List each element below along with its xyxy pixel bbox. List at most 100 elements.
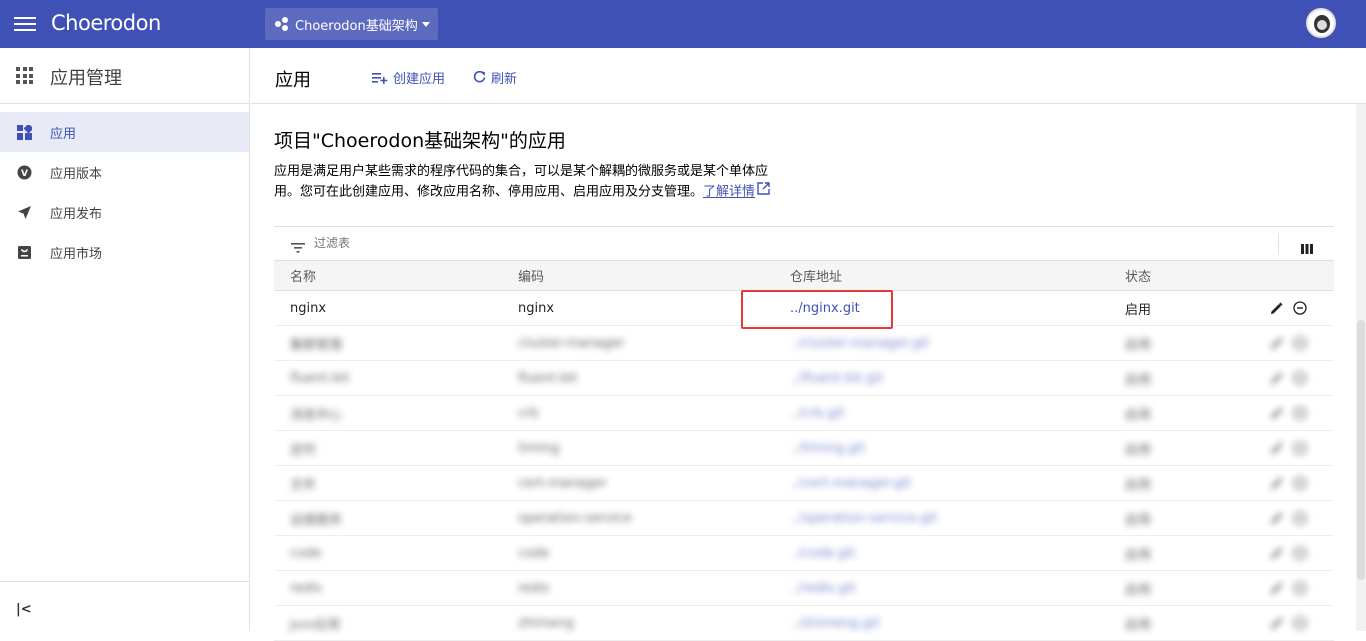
status-cell: 启用: [1125, 407, 1152, 423]
send-icon: [16, 204, 32, 220]
app-name-cell: nginx: [290, 300, 327, 316]
edit-icon[interactable]: [1270, 371, 1283, 385]
app-logo[interactable]: Choerodon: [51, 11, 161, 35]
app-name-cell: 消息中心: [290, 407, 343, 423]
sidebar-item-label: 应用发布: [50, 206, 103, 222]
disable-icon[interactable]: [1293, 371, 1307, 385]
page-title: 应用: [275, 70, 311, 91]
table-row: 定时 timing ../timing.git 启用: [274, 431, 1334, 466]
disable-icon[interactable]: [1293, 406, 1307, 420]
app-name-cell: 定时: [290, 442, 317, 458]
external-link-icon[interactable]: [757, 182, 770, 202]
app-table: 名称 编码 仓库地址 状态 nginx nginx ../nginx.git 启用 集群…: [274, 260, 1334, 641]
playlist-add-icon: [372, 72, 388, 84]
edit-icon[interactable]: [1270, 546, 1283, 560]
learn-more-link[interactable]: 了解详情: [703, 185, 755, 200]
disable-icon[interactable]: [1293, 476, 1307, 490]
column-header-status[interactable]: 状态: [1125, 266, 1151, 285]
dashboard-icon: [16, 124, 32, 140]
edit-icon[interactable]: [1270, 441, 1283, 455]
sidebar-menu: 应用 V 应用版本 应用发布 应用市场: [0, 104, 249, 272]
top-bar: Choerodon Choerodon基础架构: [0, 0, 1366, 48]
repo-link[interactable]: ../cluster-manager.git: [790, 336, 929, 351]
refresh-button[interactable]: 刷新: [473, 68, 517, 87]
status-cell: 启用: [1125, 302, 1152, 318]
app-code-cell: operation-service: [518, 510, 632, 526]
repo-link[interactable]: ../fluent-bit.git: [790, 371, 883, 386]
status-cell: 启用: [1125, 512, 1152, 528]
scrollbar-thumb[interactable]: [1357, 320, 1365, 580]
status-cell: 启用: [1125, 617, 1152, 633]
status-cell: 启用: [1125, 547, 1152, 563]
repo-link[interactable]: ../timing.git: [790, 441, 865, 456]
app-name-cell: 集群管理: [290, 337, 343, 353]
table-row: 集群管理 cluster-manager ../cluster-manager.gi…: [274, 326, 1334, 361]
disable-icon[interactable]: [1293, 301, 1307, 315]
app-code-cell: zhimeng: [518, 615, 574, 631]
project-icon: [275, 17, 289, 31]
app-name-cell: fluent-bit: [290, 370, 350, 386]
app-name-cell: redis: [290, 580, 322, 596]
sidebar-item-app-publish[interactable]: 应用发布: [0, 192, 249, 232]
app-code-cell: crb: [518, 405, 539, 421]
menu-icon[interactable]: [14, 14, 36, 34]
app-name-cell: Jvm应用: [290, 617, 341, 633]
filter-input[interactable]: [314, 236, 514, 250]
user-avatar[interactable]: [1306, 8, 1336, 38]
refresh-icon: [473, 71, 486, 84]
table-row: fluent-bit fluent-bit ../fluent-bit.git 启用: [274, 361, 1334, 396]
disable-icon[interactable]: [1293, 511, 1307, 525]
repo-link[interactable]: ../redis.git: [790, 581, 855, 596]
disable-icon[interactable]: [1293, 581, 1307, 595]
disable-icon[interactable]: [1293, 616, 1307, 630]
edit-icon[interactable]: [1270, 406, 1283, 420]
version-icon: V: [16, 164, 32, 180]
page-header: 应用 创建应用 刷新: [251, 48, 1366, 104]
apps-grid-icon[interactable]: [16, 67, 33, 84]
sidebar-item-label: 应用市场: [50, 246, 103, 262]
columns-icon[interactable]: [1301, 239, 1313, 258]
table-row: Jvm应用 zhimeng ../zhimeng.git 启用: [274, 606, 1334, 641]
repo-link[interactable]: ../nginx.git: [790, 301, 860, 316]
collapse-sidebar-icon[interactable]: |<: [16, 602, 32, 617]
column-header-repo[interactable]: 仓库地址: [790, 266, 842, 285]
status-cell: 启用: [1125, 337, 1152, 353]
table-row: 文件 cert-manager ../cert-manager.git 启用: [274, 466, 1334, 501]
repo-link[interactable]: ../operation-service.git: [790, 511, 937, 526]
repo-link[interactable]: ../code.git: [790, 546, 855, 561]
project-selector[interactable]: Choerodon基础架构: [265, 8, 438, 40]
edit-icon[interactable]: [1270, 476, 1283, 490]
table-row: code code ../code.git 启用: [274, 536, 1334, 571]
sidebar-item-app-market[interactable]: 应用市场: [0, 232, 249, 272]
project-name: Choerodon基础架构: [295, 18, 418, 34]
edit-icon[interactable]: [1270, 616, 1283, 630]
edit-icon[interactable]: [1270, 581, 1283, 595]
app-name-cell: 运维服务: [290, 512, 343, 528]
column-header-code[interactable]: 编码: [518, 266, 544, 285]
table-header: 名称 编码 仓库地址 状态: [274, 260, 1334, 291]
table-row: redis redis ../redis.git 启用: [274, 571, 1334, 606]
status-cell: 启用: [1125, 372, 1152, 388]
repo-link[interactable]: ../zhimeng.git: [790, 616, 880, 631]
content-description: 应用是满足用户某些需求的程序代码的集合，可以是某个解耦的微服务或是某个单体应用。…: [274, 162, 784, 203]
disable-icon[interactable]: [1293, 441, 1307, 455]
edit-icon[interactable]: [1270, 336, 1283, 350]
repo-link[interactable]: ../cert-manager.git: [790, 476, 911, 491]
sidebar-item-app[interactable]: 应用: [0, 112, 249, 152]
store-icon: [16, 244, 32, 260]
row-actions: [1270, 581, 1307, 595]
column-header-name[interactable]: 名称: [290, 266, 316, 285]
repo-link[interactable]: ../crb.git: [790, 406, 844, 421]
app-code-cell: timing: [518, 440, 560, 456]
table-body: nginx nginx ../nginx.git 启用 集群管理 cluster-mana…: [274, 291, 1334, 641]
create-app-button[interactable]: 创建应用: [372, 68, 445, 87]
sidebar-item-app-version[interactable]: V 应用版本: [0, 152, 249, 192]
app-name-cell: code: [290, 545, 322, 561]
app-name-cell: 文件: [290, 477, 317, 493]
disable-icon[interactable]: [1293, 546, 1307, 560]
edit-icon[interactable]: [1270, 301, 1283, 315]
edit-icon[interactable]: [1270, 511, 1283, 525]
table-row: nginx nginx ../nginx.git 启用: [274, 291, 1334, 326]
avatar-face: [1317, 20, 1327, 30]
disable-icon[interactable]: [1293, 336, 1307, 350]
